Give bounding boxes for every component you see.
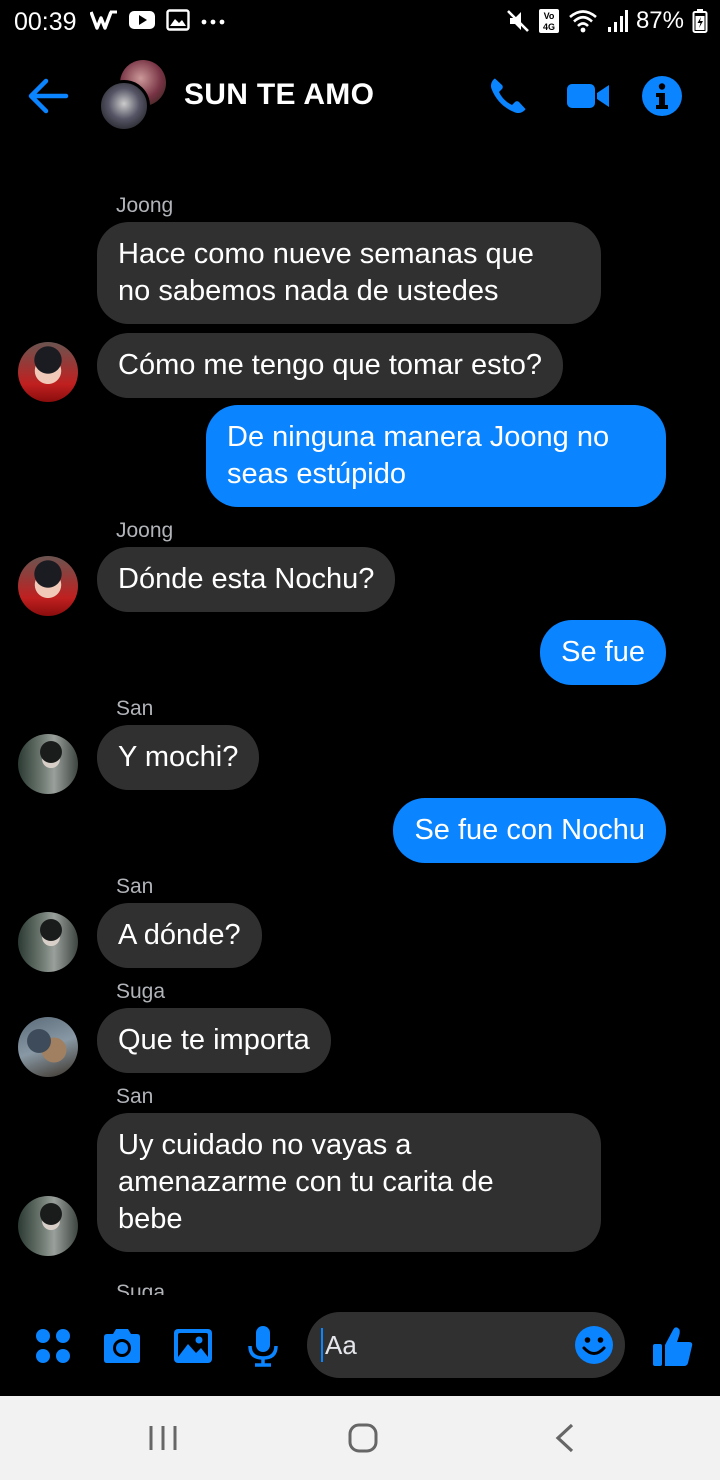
signal-icon (607, 10, 628, 32)
incoming-message[interactable]: Uy cuidado no vayas a amenazarme con tu … (97, 1113, 601, 1252)
avatar[interactable] (18, 342, 78, 402)
message-line: seas estúpido (227, 458, 406, 490)
apps-dots-icon[interactable] (31, 1324, 75, 1368)
message-line: no sabemos nada de ustedes (118, 275, 499, 307)
incoming-message[interactable]: A dónde? (97, 903, 262, 968)
w-icon (90, 10, 117, 30)
message-line: Dónde esta Nochu? (118, 563, 375, 595)
avatar (98, 80, 150, 132)
outgoing-message[interactable]: De ninguna manera Joong no seas estúpido (206, 405, 666, 507)
sender-name: Suga (116, 980, 166, 1003)
image-icon[interactable] (171, 1324, 215, 1368)
message-line: Hace como nueve semanas que (118, 238, 534, 270)
incoming-message[interactable]: Hace como nueve semanas que no sabemos n… (97, 222, 601, 324)
back-arrow-icon[interactable] (26, 76, 70, 116)
sender-name: Joong (116, 194, 174, 217)
message-line: amenazarme con tu carita de (118, 1166, 494, 1198)
message-line: Que te importa (118, 1024, 310, 1056)
group-avatar[interactable] (98, 60, 170, 132)
info-icon[interactable] (640, 74, 684, 118)
battery-percent: 87% (635, 7, 684, 34)
sender-name: San (116, 1085, 154, 1108)
youtube-icon (129, 11, 155, 29)
wifi-icon (569, 10, 597, 33)
outgoing-message[interactable]: Se fue (540, 620, 666, 685)
camera-icon[interactable] (100, 1324, 144, 1368)
incoming-message[interactable]: Que te importa (97, 1008, 331, 1073)
sender-name: San (116, 875, 154, 898)
sender-name: Suga (116, 1281, 166, 1295)
avatar[interactable] (18, 912, 78, 972)
message-composer (0, 1300, 720, 1396)
message-line: bebe (118, 1203, 183, 1235)
message-line: Y mochi? (118, 741, 239, 773)
microphone-icon[interactable] (241, 1324, 285, 1368)
svg-text:4G: 4G (543, 22, 555, 32)
message-line: Se fue con Nochu (414, 814, 645, 846)
video-camera-icon[interactable] (566, 74, 610, 118)
battery-icon (692, 9, 708, 33)
emoji-icon[interactable] (573, 1324, 615, 1366)
recents-icon[interactable] (145, 1422, 181, 1454)
avatar[interactable] (18, 1196, 78, 1256)
avatar[interactable] (18, 734, 78, 794)
message-line: A dónde? (118, 919, 241, 951)
volte-4g-icon: Vo4G (538, 9, 559, 33)
message-line: Uy cuidado no vayas a (118, 1129, 412, 1161)
chat-title[interactable]: SUN TE AMO (184, 78, 374, 112)
message-input[interactable] (321, 1328, 571, 1362)
message-line: Cómo me tengo que tomar esto? (118, 349, 542, 381)
sender-name: San (116, 697, 154, 720)
message-line: Se fue (561, 636, 645, 668)
svg-text:Vo: Vo (544, 11, 555, 21)
thumbs-up-icon[interactable] (650, 1324, 696, 1370)
message-list[interactable]: Joong Hace como nueve semanas que no sab… (0, 140, 720, 1295)
home-icon[interactable] (345, 1422, 381, 1454)
incoming-message[interactable]: Y mochi? (97, 725, 260, 790)
android-nav-bar (0, 1396, 720, 1480)
message-input-box[interactable] (307, 1312, 625, 1378)
avatar[interactable] (18, 1017, 78, 1077)
chat-header: SUN TE AMO (0, 50, 720, 140)
message-line: De ninguna manera Joong no (227, 421, 610, 453)
phone-icon[interactable] (486, 74, 530, 118)
status-bar: 00:39 Vo 4G 87% (0, 0, 720, 44)
outgoing-message[interactable]: Se fue con Nochu (393, 798, 666, 863)
gallery-icon (166, 9, 190, 31)
back-icon[interactable] (548, 1422, 584, 1454)
mute-icon (507, 10, 529, 32)
sender-name: Joong (116, 519, 174, 542)
more-dots-icon (201, 19, 225, 25)
incoming-message[interactable]: Dónde esta Nochu? (97, 547, 396, 612)
avatar[interactable] (18, 556, 78, 616)
incoming-message[interactable]: Cómo me tengo que tomar esto? (97, 333, 563, 398)
status-time: 00:39 (14, 8, 77, 36)
